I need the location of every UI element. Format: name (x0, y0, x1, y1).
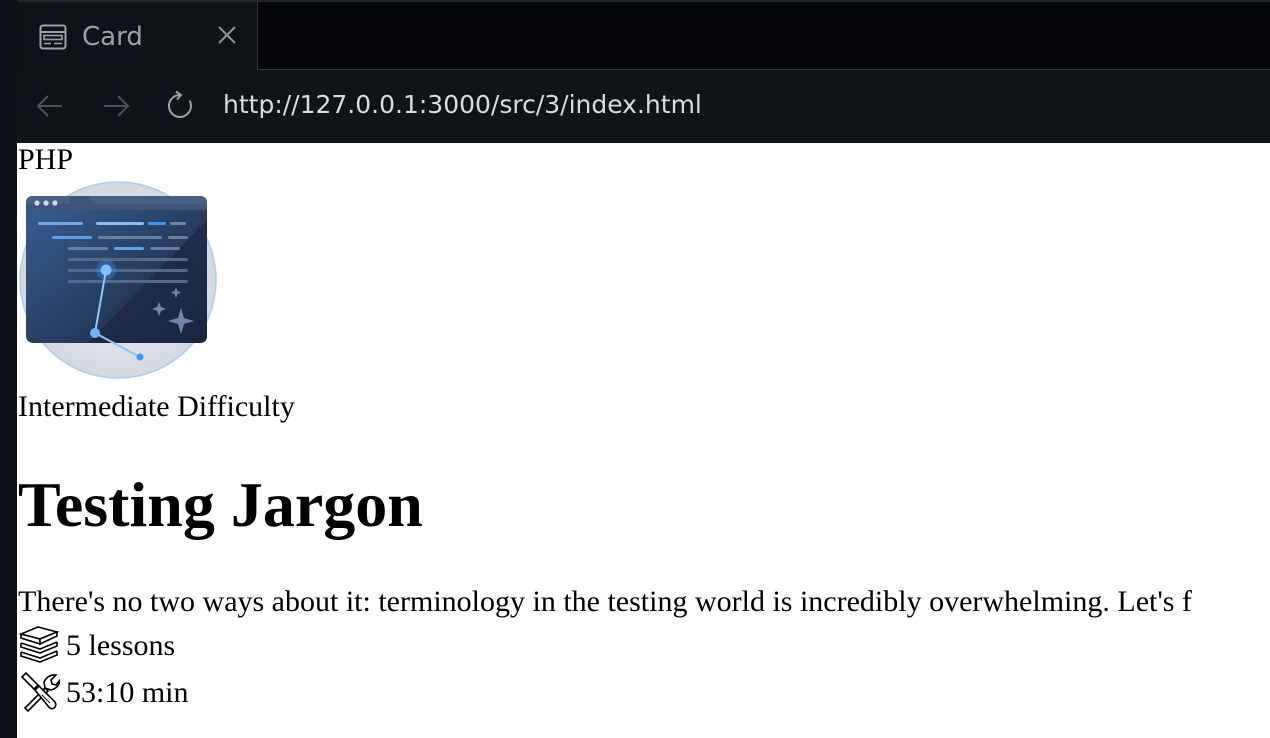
arrow-right-icon[interactable] (100, 90, 132, 122)
lessons-count: 5 lessons (66, 629, 176, 662)
difficulty-label: Intermediate Difficulty (18, 390, 295, 423)
window-left-edge (0, 0, 18, 738)
browser-tab[interactable]: Card (17, 2, 258, 70)
address-bar[interactable]: http://127.0.0.1:3000/src/3/index.html (223, 88, 702, 122)
course-title: Testing Jargon (18, 469, 423, 540)
course-description: There's no two ways about it: terminolog… (18, 585, 1192, 618)
browser-toolbar: http://127.0.0.1:3000/src/3/index.html (17, 70, 1270, 143)
tools-icon (20, 671, 60, 712)
reload-icon[interactable] (165, 90, 197, 122)
course-category: PHP (18, 143, 74, 176)
close-icon[interactable] (215, 23, 239, 47)
books-icon (18, 626, 60, 663)
arrow-left-icon[interactable] (34, 90, 66, 122)
tab-title: Card (82, 22, 143, 52)
code-editor-illustration (19, 181, 217, 379)
page-content: PHP Intermediate Difficulty Testing Jarg… (17, 143, 1270, 738)
browser-tab-bar: Card (17, 0, 1270, 72)
webpage-layout-icon (39, 24, 67, 50)
duration: 53:10 min (66, 676, 189, 709)
